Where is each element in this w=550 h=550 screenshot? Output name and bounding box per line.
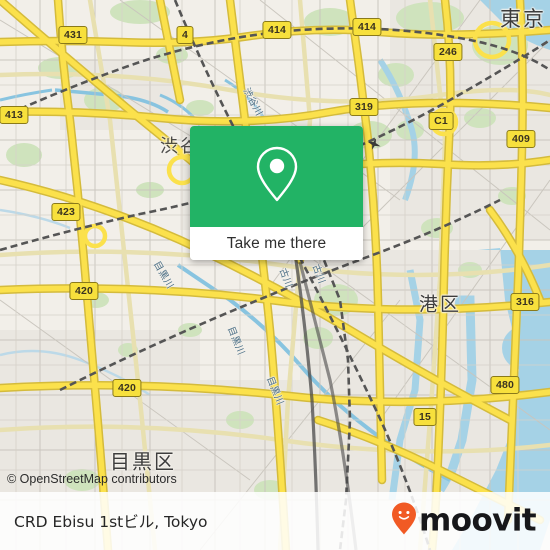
moovit-logo[interactable]: moovit [391, 502, 537, 541]
road-shield[interactable]: 246 [433, 43, 463, 61]
road-shield[interactable]: 414 [352, 18, 382, 36]
moovit-smiley-pin-icon [391, 502, 417, 541]
road-shield[interactable]: 420 [69, 282, 99, 300]
card-pin-area [190, 126, 363, 227]
location-pin-icon [253, 145, 301, 208]
card-cta-area[interactable]: Take me there [190, 227, 363, 260]
road-shield[interactable]: 413 [0, 106, 29, 124]
road-shield[interactable]: 480 [490, 376, 520, 394]
osm-attribution[interactable]: © OpenStreetMap contributors [7, 472, 177, 486]
road-shield[interactable]: 4 [176, 26, 194, 44]
place-label: 東京 [500, 7, 546, 31]
map-canvas[interactable]: 東京 渋谷区 港区 目黒区 渋谷川 目黒川 目黒川 目黒川 古川 古川 431 … [0, 0, 550, 550]
road-shield[interactable]: 319 [349, 98, 379, 116]
place-label: 港区 [418, 293, 462, 316]
road-shield[interactable]: 423 [51, 203, 81, 221]
location-title: CRD Ebisu 1stビル, Tokyo [14, 513, 208, 531]
take-me-there-card[interactable]: Take me there [190, 126, 363, 260]
moovit-wordmark: moovit [419, 502, 537, 539]
map-vector [0, 0, 550, 550]
footer-bar: CRD Ebisu 1stビル, Tokyo moovit [0, 492, 550, 550]
road-shield[interactable]: 409 [506, 130, 536, 148]
road-shield[interactable]: C1 [428, 112, 454, 130]
road-shield[interactable]: 316 [510, 293, 540, 311]
map-screen: 東京 渋谷区 港区 目黒区 渋谷川 目黒川 目黒川 目黒川 古川 古川 431 … [0, 0, 550, 550]
road-shield[interactable]: 431 [58, 26, 88, 44]
road-shield[interactable]: 420 [112, 379, 142, 397]
road-shield[interactable]: 15 [413, 408, 437, 426]
place-label: 目黒区 [110, 449, 176, 474]
road-shield[interactable]: 414 [262, 21, 292, 39]
take-me-there-label: Take me there [226, 234, 327, 252]
